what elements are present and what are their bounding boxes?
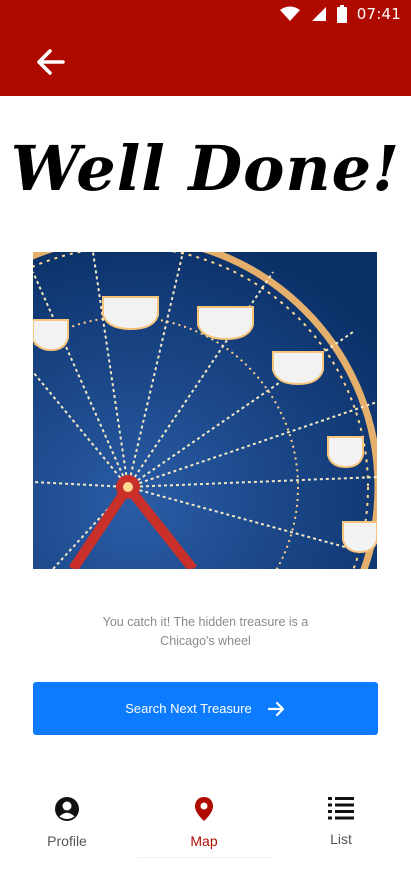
status-time: 07:41 bbox=[356, 5, 401, 23]
ferris-wheel-illustration bbox=[33, 252, 377, 569]
search-next-treasure-label: Search Next Treasure bbox=[125, 701, 252, 716]
result-message: You catch it! The hidden treasure is a C… bbox=[102, 615, 309, 648]
status-bar: 07:41 bbox=[0, 0, 411, 28]
nav-label-map: Map bbox=[190, 833, 218, 849]
search-next-treasure-button[interactable]: Search Next Treasure bbox=[33, 682, 378, 735]
wifi-icon bbox=[279, 6, 300, 21]
signal-icon bbox=[311, 7, 326, 21]
user-circle-icon bbox=[55, 797, 79, 821]
back-button[interactable] bbox=[33, 44, 69, 80]
arrow-left-icon bbox=[37, 49, 65, 75]
home-indicator bbox=[137, 857, 272, 858]
page-title: Well Done! bbox=[10, 132, 401, 205]
nav-label-list: List bbox=[330, 831, 352, 847]
bottom-nav: Profile Map List bbox=[0, 780, 411, 869]
list-icon bbox=[328, 797, 354, 820]
arrow-right-icon bbox=[267, 701, 284, 716]
ferris-wheel-photo bbox=[33, 252, 377, 569]
status-icons: 07:41 bbox=[279, 4, 401, 24]
app-bar bbox=[0, 28, 411, 96]
nav-item-list[interactable]: List bbox=[281, 796, 401, 856]
nav-label-profile: Profile bbox=[47, 833, 87, 849]
battery-icon bbox=[336, 5, 347, 23]
map-pin-icon bbox=[195, 797, 213, 821]
nav-item-profile[interactable]: Profile bbox=[7, 796, 127, 856]
nav-item-map[interactable]: Map bbox=[144, 796, 264, 856]
